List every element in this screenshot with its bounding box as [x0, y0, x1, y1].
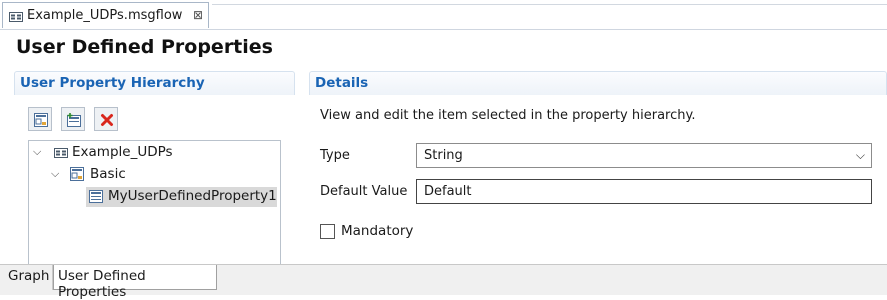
tree-item-group[interactable]: ⌵ Basic [48, 165, 168, 185]
tab-user-defined-properties[interactable]: User Defined Properties [53, 265, 217, 300]
type-label: Type [320, 148, 350, 163]
tree-item-label: Basic [90, 166, 126, 182]
page-tab-bar: Graph User Defined Properties [0, 264, 887, 300]
type-select[interactable]: String ⌵ [416, 143, 872, 168]
tree-item-property[interactable]: MyUserDefinedProperty1 [86, 187, 277, 207]
tab-graph[interactable]: Graph [0, 265, 53, 290]
tree-item-label: Example_UDPs [72, 144, 173, 160]
flow-icon [54, 147, 68, 162]
editor-tab[interactable]: Example_UDPs.msgflow ⊠ [2, 2, 209, 28]
default-value-input[interactable]: Default [416, 179, 872, 204]
mandatory-label: Mandatory [341, 223, 414, 239]
hierarchy-section-title: User Property Hierarchy [20, 75, 205, 91]
details-description: View and edit the item selected in the p… [320, 108, 696, 123]
tab-strip-border [212, 0, 887, 5]
default-value-text: Default [424, 184, 472, 199]
close-icon[interactable]: ⊠ [193, 8, 203, 22]
chevron-down-icon[interactable]: ⌵ [856, 148, 865, 163]
default-value-label: Default Value [320, 184, 408, 199]
group-icon [70, 167, 84, 185]
type-select-value: String [424, 148, 463, 163]
page-title: User Defined Properties [16, 36, 273, 58]
mandatory-checkbox[interactable] [320, 224, 335, 239]
hierarchy-section-header: User Property Hierarchy [14, 71, 295, 95]
msgflow-file-icon [9, 11, 23, 26]
delete-button[interactable] [94, 107, 118, 131]
details-section-header: Details [309, 71, 887, 95]
chevron-down-icon[interactable]: ⌵ [51, 167, 59, 181]
chevron-down-icon[interactable]: ⌵ [33, 145, 41, 159]
tree-item-root[interactable]: ⌵ Example_UDPs [30, 143, 190, 163]
add-group-button[interactable] [28, 107, 52, 131]
editor-tab-label: Example_UDPs.msgflow [27, 8, 183, 23]
add-property-button[interactable] [61, 107, 85, 131]
tree-item-label: MyUserDefinedProperty1 [108, 188, 277, 204]
details-section-title: Details [315, 75, 369, 91]
property-icon [89, 190, 103, 207]
editor-tab-strip: Example_UDPs.msgflow ⊠ [0, 0, 887, 30]
